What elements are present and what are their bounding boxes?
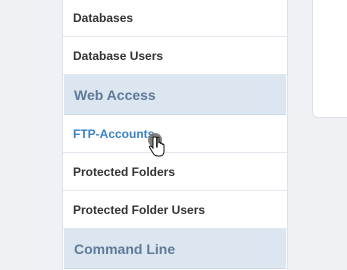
sidebar-item-label: Databases xyxy=(73,11,134,25)
section-header-web-access[interactable]: Web Access xyxy=(64,75,286,115)
sidebar-item-ftp-accounts[interactable]: FTP-Accounts xyxy=(63,115,287,153)
sidebar-item-database-users[interactable]: Database Users xyxy=(63,37,287,75)
section-header-command-line[interactable]: Command Line xyxy=(64,229,286,269)
sidebar-item-label: Protected Folders xyxy=(73,164,176,179)
sidebar-item-label: Database Users xyxy=(73,48,164,63)
sidebar-item-databases[interactable]: Databases xyxy=(63,0,287,37)
content-panel xyxy=(312,0,347,118)
sidebar-item-protected-folder-users[interactable]: Protected Folder Users xyxy=(63,191,287,229)
sidebar-item-label: Protected Folder Users xyxy=(73,202,206,217)
sidebar-item-label: FTP-Accounts xyxy=(73,126,155,141)
sidebar-nav: Databases Database Users Web Access FTP-… xyxy=(62,0,288,270)
section-title: Web Access xyxy=(74,86,156,103)
section-title: Command Line xyxy=(74,240,176,257)
sidebar-item-protected-folders[interactable]: Protected Folders xyxy=(63,153,287,191)
